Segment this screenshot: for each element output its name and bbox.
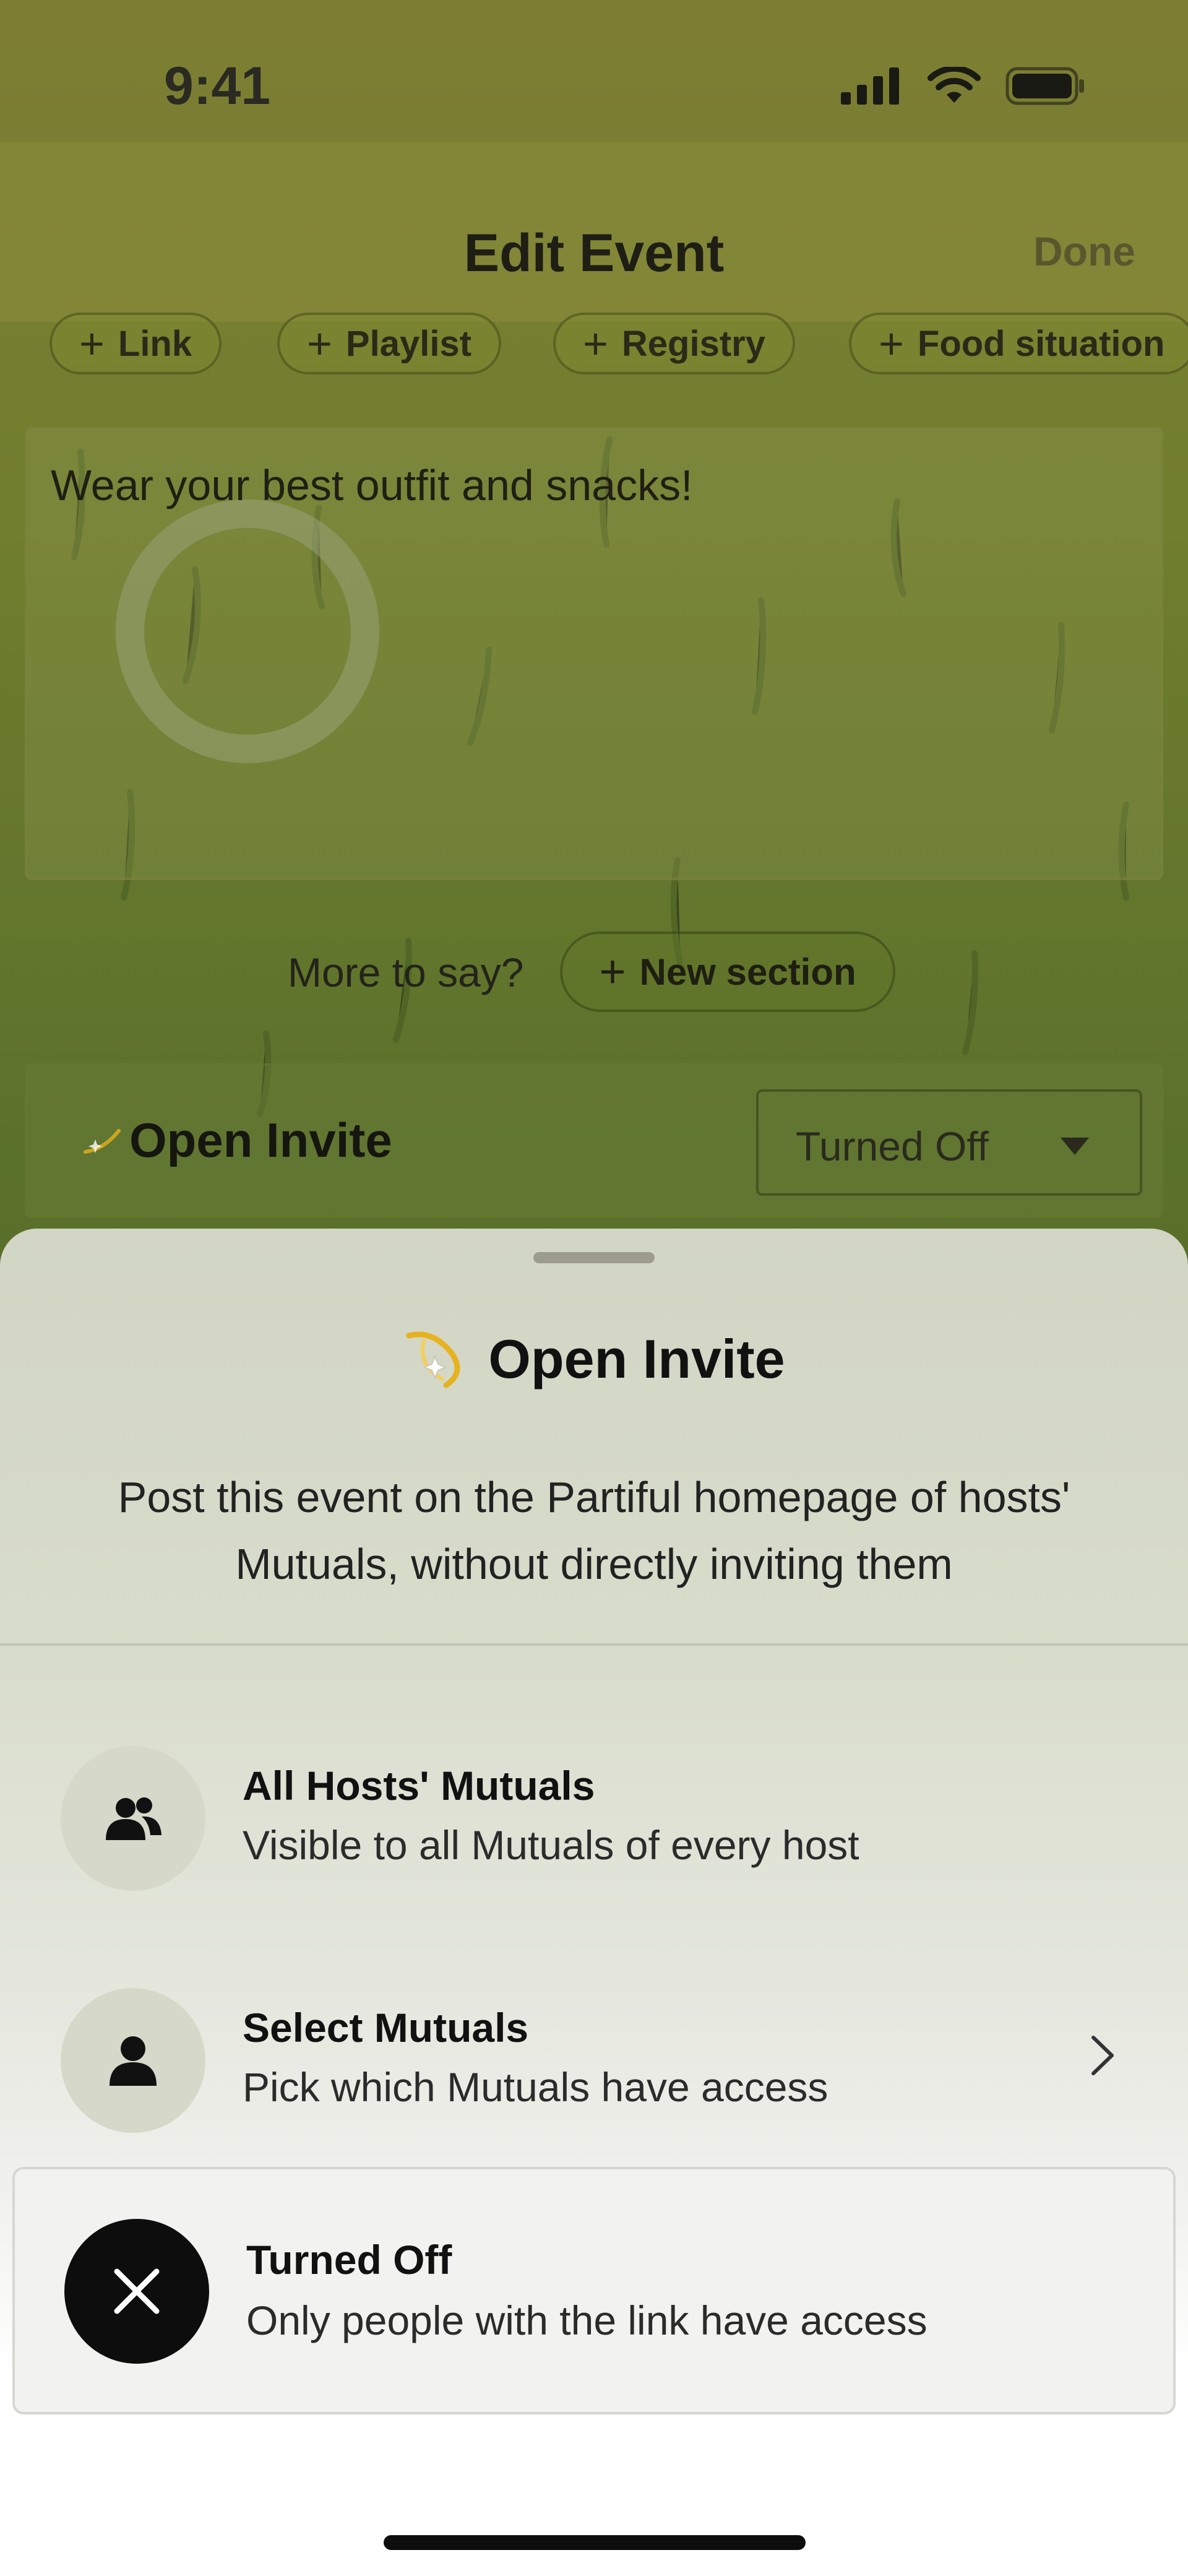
caret-down-icon [1061, 1138, 1089, 1155]
status-bar: 9:41 [0, 0, 1188, 142]
option-turned-off[interactable]: Turned Off Only people with the link hav… [12, 2167, 1176, 2414]
open-invite-label: Open Invite [129, 1113, 392, 1167]
sheet-title: Open Invite [0, 1328, 1188, 1391]
sheet-description: Post this event on the Partiful homepage… [118, 1473, 1070, 1588]
add-food-chip[interactable]: + Food situation [849, 313, 1188, 374]
plus-icon: + [599, 946, 626, 997]
status-icons [841, 67, 1086, 105]
add-section-chips: + Link + Playlist + Registry + Food situ… [0, 313, 1188, 381]
divider [0, 1643, 1188, 1646]
option-subtitle: Only people with the link have access [246, 2297, 928, 2343]
description-textarea[interactable]: Wear your best outfit and snacks! [25, 427, 1163, 880]
add-link-chip[interactable]: + Link [50, 313, 222, 374]
chip-label: Registry [621, 323, 765, 364]
chevron-right-icon [1091, 2036, 1114, 2075]
chip-label: Link [118, 323, 192, 364]
plus-icon: + [879, 319, 904, 368]
open-invite-dropdown[interactable]: Turned Off [756, 1089, 1142, 1196]
more-to-say-label: More to say? [288, 949, 524, 995]
battery-icon [1005, 67, 1084, 105]
status-time: 9:41 [164, 56, 271, 116]
more-to-say-row: More to say? + New section [0, 931, 1188, 1012]
plus-icon: + [79, 319, 105, 368]
option-title: All Hosts' Mutuals [243, 1763, 595, 1809]
option-icon-circle [61, 1988, 205, 2133]
nav-bar: Edit Event Done [0, 142, 1188, 322]
option-icon-circle [61, 1746, 205, 1891]
new-section-button[interactable]: + New section [560, 931, 895, 1012]
signal-icon [841, 67, 899, 105]
add-registry-chip[interactable]: + Registry [553, 313, 795, 374]
plus-icon: + [583, 319, 608, 368]
chip-label: Food situation [917, 323, 1165, 364]
open-invite-row[interactable]: Open Invite Turned Off [25, 1063, 1163, 1218]
group-icon [106, 1797, 161, 1840]
page-title: Edit Event [463, 223, 725, 283]
close-icon [114, 2268, 160, 2314]
wifi-icon [928, 67, 981, 103]
open-invite-sheet: Open Invite Post this event on the Parti… [0, 1229, 1188, 2576]
new-section-label: New section [639, 951, 856, 993]
home-indicator[interactable] [384, 2535, 806, 2550]
chip-label: Playlist [345, 323, 472, 364]
option-title: Select Mutuals [243, 2005, 529, 2051]
option-subtitle: Pick which Mutuals have access [243, 2064, 829, 2110]
option-all-hosts-mutuals[interactable]: All Hosts' Mutuals Visible to all Mutual… [0, 1724, 1188, 1909]
option-title: Turned Off [246, 2237, 452, 2283]
add-playlist-chip[interactable]: + Playlist [277, 313, 502, 374]
dropdown-value: Turned Off [796, 1123, 989, 1169]
plus-icon: + [307, 319, 332, 368]
person-icon [110, 2036, 157, 2086]
option-icon-circle [64, 2219, 209, 2364]
sheet-title-text: Open Invite [488, 1328, 785, 1390]
description-text: Wear your best outfit and snacks! [51, 461, 693, 509]
option-subtitle: Visible to all Mutuals of every host [243, 1822, 859, 1868]
shooting-star-icon [406, 1331, 460, 1388]
done-button[interactable]: Done [1033, 228, 1135, 275]
sheet-grabber[interactable] [533, 1252, 655, 1263]
option-select-mutuals[interactable]: Select Mutuals Pick which Mutuals have a… [0, 1966, 1188, 2151]
shooting-star-icon [84, 1129, 121, 1154]
